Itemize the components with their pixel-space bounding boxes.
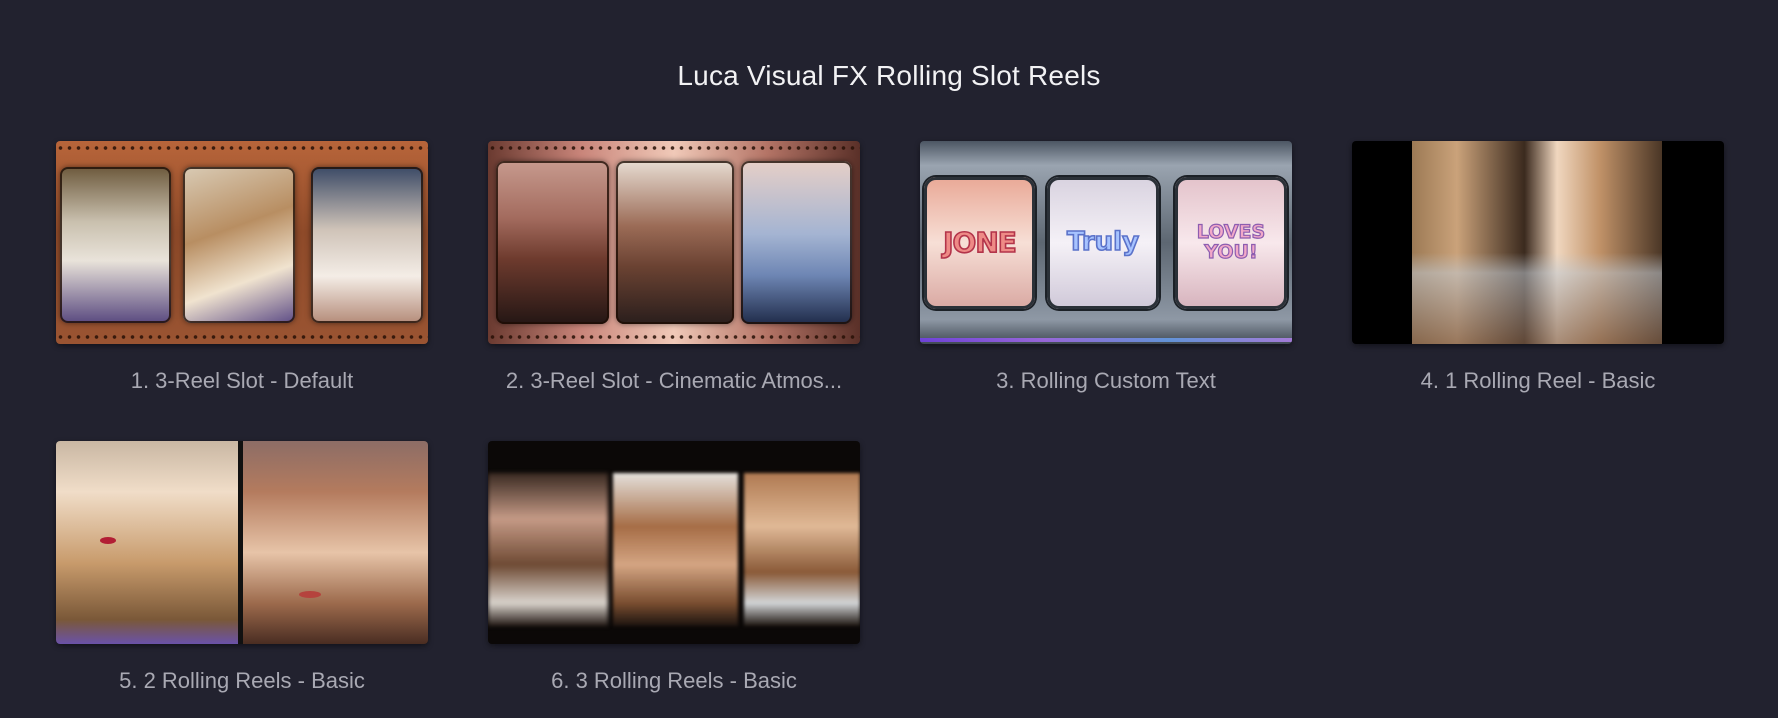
reel-image (56, 441, 238, 644)
preset-thumbnail[interactable] (488, 141, 860, 344)
film-perforations (56, 333, 428, 341)
reel-text: LOVES YOU! (1196, 221, 1266, 263)
film-perforations (488, 144, 860, 152)
reel-image (496, 161, 609, 324)
reel-image (243, 441, 428, 644)
preset-tile-3-reel-slot-default[interactable]: 1. 3-Reel Slot - Default (56, 141, 428, 394)
reel-image (613, 473, 738, 626)
preset-thumbnail[interactable] (1352, 141, 1724, 344)
reel-text-slot: LOVES YOU! (1175, 177, 1287, 309)
preset-tile-rolling-custom-text[interactable]: JONE Truly LOVES YOU! 3. Rolling Custom … (920, 141, 1292, 394)
reel-image (741, 161, 852, 324)
preset-tile-3-rolling-reels[interactable]: 6. 3 Rolling Reels - Basic (488, 441, 860, 694)
lips-detail (100, 537, 116, 544)
reel-text-slot: JONE (924, 177, 1035, 309)
reel-image (183, 167, 295, 323)
reel-image (744, 473, 860, 626)
preset-label: 2. 3-Reel Slot - Cinematic Atmos... (505, 368, 843, 393)
preset-label: 3. Rolling Custom Text (996, 368, 1216, 393)
preset-label: 4. 1 Rolling Reel - Basic (1420, 368, 1656, 393)
preset-tile-3-reel-slot-cinematic[interactable]: 2. 3-Reel Slot - Cinematic Atmos... (488, 141, 860, 394)
lips-detail (299, 591, 321, 598)
reel-text: Truly (1066, 227, 1140, 258)
reel-image (311, 167, 423, 323)
reel-image (616, 161, 734, 324)
preset-label: 5. 2 Rolling Reels - Basic (119, 668, 365, 693)
preset-label: 6. 3 Rolling Reels - Basic (551, 668, 797, 693)
film-perforations (56, 144, 428, 152)
reel-image (488, 473, 608, 626)
reel-text: JONE (942, 226, 1017, 260)
preset-thumbnail[interactable] (56, 141, 428, 344)
preset-thumbnail[interactable] (56, 441, 428, 644)
preset-label: 1. 3-Reel Slot - Default (130, 368, 354, 393)
preset-thumbnail[interactable]: JONE Truly LOVES YOU! (920, 141, 1292, 344)
preset-thumbnail[interactable] (488, 441, 860, 644)
reel-image (60, 167, 171, 323)
reel-image (1412, 141, 1662, 344)
film-perforations (488, 333, 860, 341)
reel-text-slot: Truly (1047, 177, 1159, 309)
preset-tile-2-rolling-reels[interactable]: 5. 2 Rolling Reels - Basic (56, 441, 428, 694)
page-title: Luca Visual FX Rolling Slot Reels (677, 60, 1101, 91)
preset-tile-1-rolling-reel[interactable]: 4. 1 Rolling Reel - Basic (1352, 141, 1724, 394)
